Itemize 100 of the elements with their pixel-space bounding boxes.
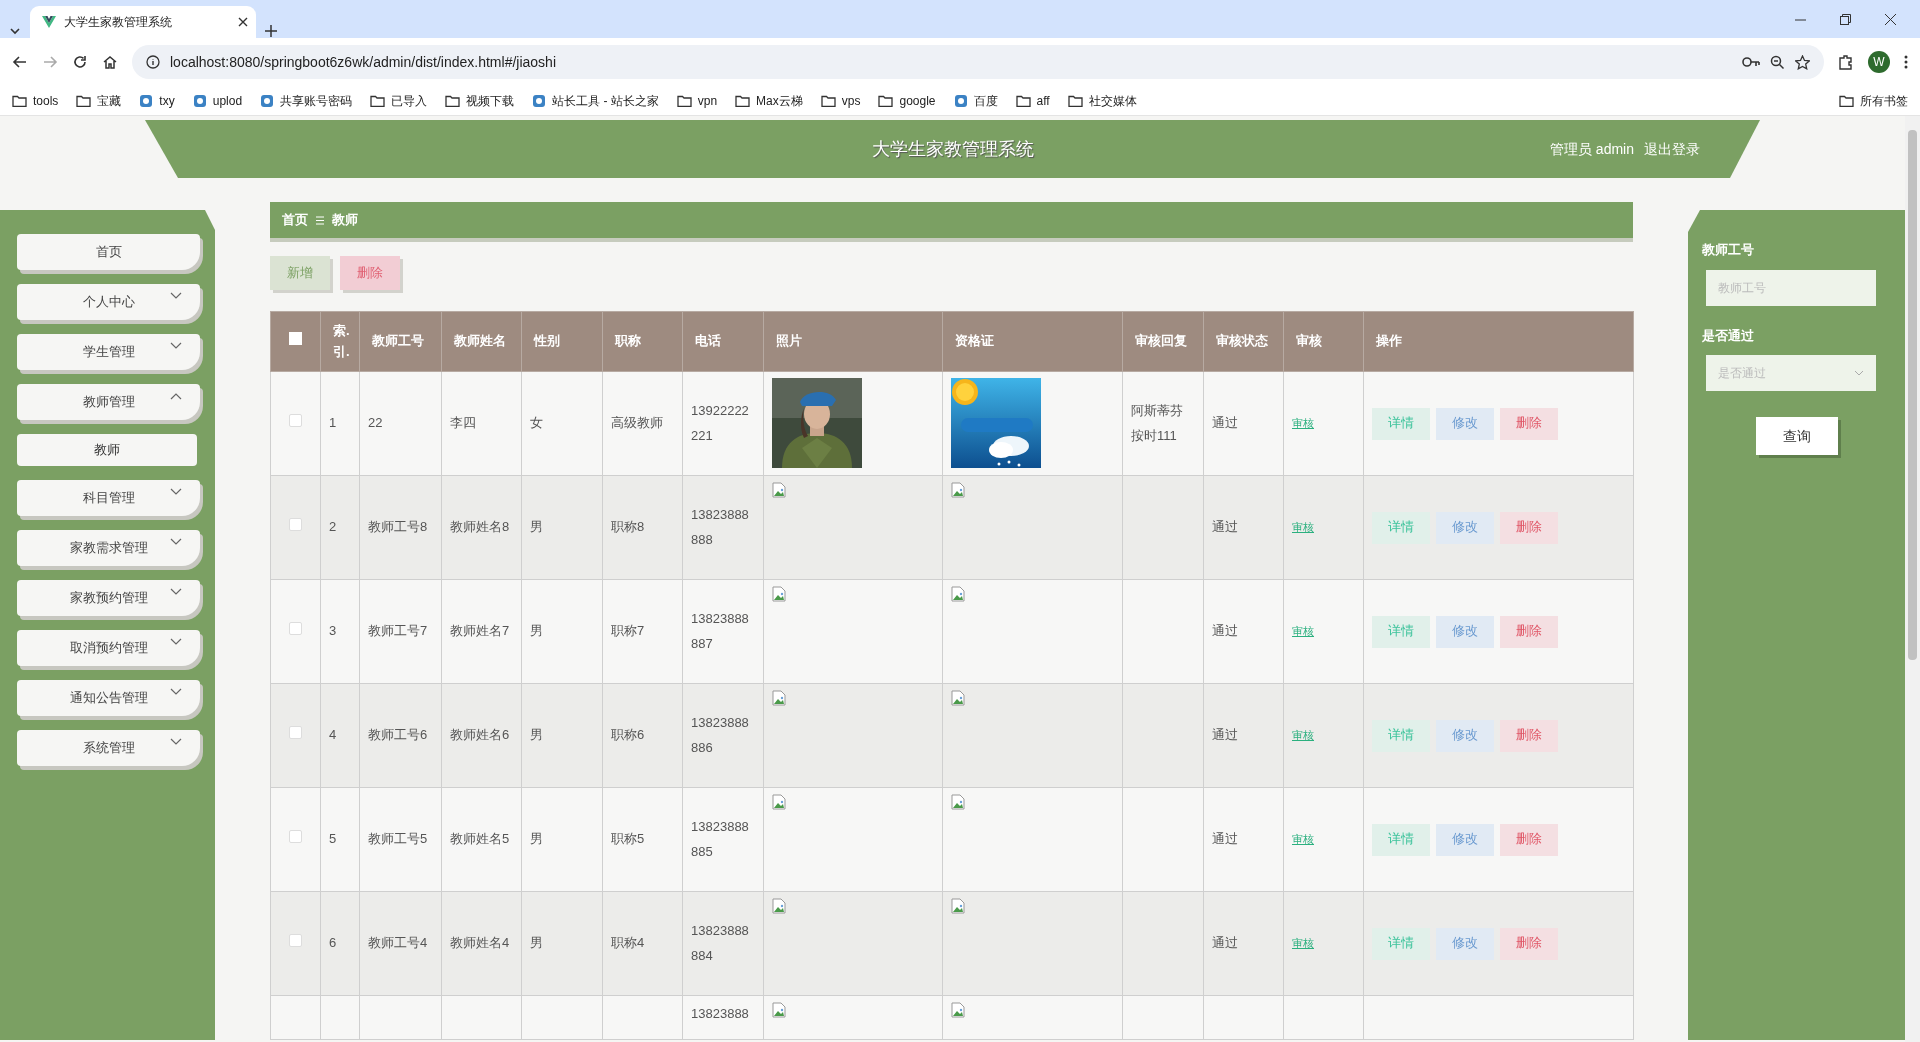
broken-image-icon [772, 482, 786, 498]
column-header: 资格证 [942, 311, 1123, 372]
bookmark[interactable]: vps [820, 91, 861, 110]
home-icon[interactable] [102, 54, 118, 70]
profile-avatar[interactable]: W [1868, 51, 1890, 73]
bookmark[interactable]: 宝藏 [76, 91, 122, 110]
close-icon[interactable] [238, 17, 248, 27]
column-header: 教师姓名 [441, 311, 522, 372]
bookmark[interactable]: 百度 [953, 91, 998, 110]
bookmark[interactable]: 共享账号密码 [260, 91, 353, 110]
folder-icon [1839, 94, 1854, 107]
search-button[interactable]: 查询 [1755, 417, 1838, 455]
table-cell-text: 职称4 [611, 935, 645, 951]
column-header: 照片 [763, 311, 943, 372]
table-cell-text: 1 [329, 415, 337, 431]
table-cell-text: 5 [329, 831, 337, 847]
folder-icon [76, 94, 92, 107]
broken-image-icon [951, 794, 965, 810]
select-all-checkbox[interactable] [289, 332, 302, 346]
table-cell-text: 高级教师 [611, 415, 663, 431]
row-checkbox[interactable] [289, 726, 302, 740]
new-tab-icon[interactable] [264, 24, 278, 38]
row-checkbox[interactable] [289, 622, 302, 636]
phone-text: 13922222221 [691, 401, 749, 445]
phone-text: 13823888886 [691, 713, 749, 757]
table-cell-text: 男 [530, 623, 543, 639]
bookmark[interactable]: txy [139, 91, 175, 110]
column-header: 性别 [521, 311, 603, 372]
folder-icon [1015, 94, 1031, 107]
reply-text: 阿斯蒂芬按时111 [1131, 402, 1183, 443]
row-checkbox[interactable] [289, 518, 302, 532]
site-icon [139, 93, 154, 108]
chevron-down-icon [1854, 370, 1864, 376]
broken-image-icon [772, 898, 786, 914]
broken-image-icon [951, 482, 965, 498]
folder-icon [1067, 94, 1083, 107]
column-header: 索.引. [320, 311, 360, 372]
table-cell-text: 4 [329, 727, 337, 743]
table-cell-text: 职称6 [611, 727, 645, 743]
bookmark[interactable]: tools [12, 91, 59, 110]
broken-image-icon [951, 586, 965, 602]
bookmark[interactable]: 所有书签 [1839, 91, 1908, 110]
phone-text: 13823888884 [691, 921, 749, 965]
site-icon [532, 93, 547, 108]
table-cell-text: 李四 [450, 415, 476, 431]
address-bar[interactable]: localhost:8080/springboot6z6wk/admin/dist/index.html#/jiaoshi [132, 45, 1824, 79]
column-header: 审核回复 [1122, 311, 1204, 372]
zoom-icon[interactable] [1770, 54, 1785, 70]
bookmark[interactable]: 社交媒体 [1067, 91, 1137, 110]
phone-text: 13823888888 [691, 505, 749, 549]
site-icon [953, 93, 968, 108]
folder-icon [735, 94, 751, 107]
column-header: 审核状态 [1203, 311, 1284, 372]
extension-icon[interactable] [1838, 54, 1854, 70]
status-text: 通过 [1212, 935, 1238, 951]
row-checkbox[interactable] [289, 414, 302, 428]
table-cell-text: 教师工号7 [368, 623, 428, 639]
table-cell-text: 男 [530, 935, 543, 951]
bookmark[interactable]: vpn [676, 91, 718, 110]
table-cell-text: 6 [329, 935, 337, 951]
restore-icon[interactable] [1840, 13, 1851, 25]
bookmark[interactable]: 已导入 [370, 91, 428, 110]
site-icon [192, 93, 207, 108]
row-checkbox[interactable] [289, 934, 302, 948]
table-cell-text: 职称8 [611, 519, 645, 535]
bookmark[interactable]: uplod [192, 91, 243, 110]
site-info-icon[interactable] [146, 55, 160, 69]
back-icon[interactable] [12, 54, 28, 70]
star-icon[interactable] [1795, 54, 1810, 70]
bookmark[interactable]: aff [1015, 91, 1050, 110]
table-cell-text: 教师姓名5 [450, 831, 510, 847]
table-cell-text: 男 [530, 519, 543, 535]
folder-icon [445, 94, 461, 107]
column-header: 教师工号 [359, 311, 442, 372]
bookmark[interactable]: 视频下载 [445, 91, 515, 110]
table-cell-text: 3 [329, 623, 337, 639]
scrollbar[interactable] [1905, 116, 1920, 1042]
bookmark[interactable]: 站长工具 - 站长之家 [532, 91, 659, 110]
broken-image-icon [951, 898, 965, 914]
folder-icon [676, 94, 692, 107]
sidebar-subitem[interactable]: 教师 [17, 434, 197, 466]
table-cell-text: 教师姓名4 [450, 935, 510, 951]
reload-icon[interactable] [72, 54, 88, 70]
folder-icon [12, 94, 27, 107]
key-icon[interactable] [1742, 56, 1760, 68]
bookmark[interactable]: Max云梯 [735, 91, 803, 110]
row-checkbox[interactable] [289, 830, 302, 844]
table-cell-text: 男 [530, 727, 543, 743]
broken-image-icon [772, 690, 786, 706]
table-cell-text: 教师工号4 [368, 935, 428, 951]
column-header: 审核 [1283, 311, 1364, 372]
close-icon[interactable] [1885, 13, 1896, 25]
bookmark[interactable]: google [878, 91, 936, 110]
status-text: 通过 [1212, 623, 1238, 639]
url-text: localhost:8080/springboot6z6wk/admin/dist/index.html#/jiaoshi [170, 52, 557, 72]
browser-tab[interactable]: 大学生家教管理系统 [30, 6, 256, 38]
status-text: 通过 [1212, 519, 1238, 535]
app-title: 大学生家教管理系统 [871, 137, 1034, 161]
menu-icon[interactable] [1904, 54, 1908, 70]
status-text: 通过 [1212, 727, 1238, 743]
